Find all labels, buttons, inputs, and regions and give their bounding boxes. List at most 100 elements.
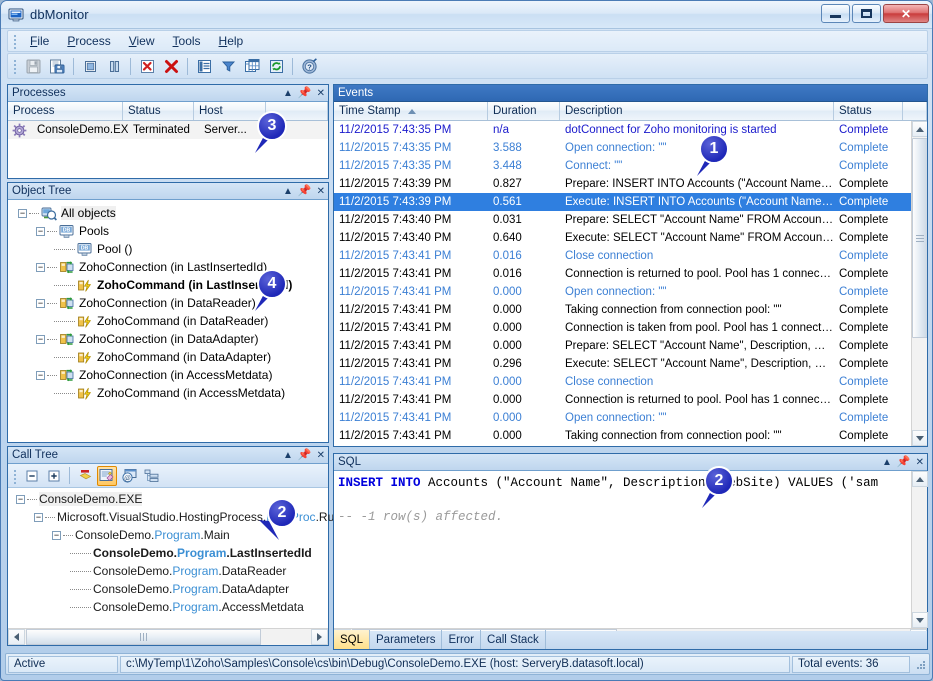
menu-process[interactable]: Process xyxy=(58,32,119,50)
menu-grip[interactable] xyxy=(11,33,19,49)
call-tree-node[interactable]: −ConsoleDemo.Program.Main xyxy=(12,526,328,544)
clear-icon[interactable] xyxy=(75,466,95,486)
sql-text[interactable]: INSERT INTO Accounts ("Account Name", De… xyxy=(334,471,927,526)
refresh-icon[interactable] xyxy=(265,55,287,77)
sql-pin-icon[interactable]: 📌 xyxy=(897,457,911,468)
events-scroll-down-icon[interactable] xyxy=(912,430,927,446)
table-row[interactable]: 11/2/2015 7:43:40 PM0.640Execute: SELECT… xyxy=(334,229,927,247)
processes-col-host[interactable]: Host xyxy=(194,102,266,120)
toolbar-grip[interactable] xyxy=(11,58,19,74)
table-row[interactable]: 11/2/2015 7:43:41 PM0.016Connection is r… xyxy=(334,265,927,283)
object-tree-node[interactable]: ZohoCommand (in DataReader) xyxy=(12,312,328,330)
call-tree-node[interactable]: ConsoleDemo.Program.DataAdapter xyxy=(12,580,328,598)
call-tree-node[interactable]: ConsoleDemo.Program.AccessMetdata xyxy=(12,598,328,616)
sql-close-icon[interactable]: ✕ xyxy=(916,458,924,468)
call-tree-collapse-icon[interactable]: ▲ xyxy=(283,451,293,461)
processes-col-extra[interactable] xyxy=(266,102,328,120)
stop-icon[interactable] xyxy=(79,55,101,77)
table-row[interactable]: 11/2/2015 7:43:41 PM0.000Connection is r… xyxy=(334,391,927,409)
tree-collapse-toggle-icon[interactable]: − xyxy=(36,299,45,308)
table-row[interactable]: 11/2/2015 7:43:41 PM0.000Taking connecti… xyxy=(334,427,927,445)
object-tree-node[interactable]: −ZohoConnection (in DataReader) xyxy=(12,294,328,312)
object-tree-node[interactable]: −DBPools xyxy=(12,222,328,240)
object-tree-node[interactable]: ZohoCommand (in DataAdapter) xyxy=(12,348,328,366)
table-row[interactable]: 11/2/2015 7:43:41 PM0.000Connection is t… xyxy=(334,319,927,337)
call-tree-node[interactable]: −ConsoleDemo.EXE xyxy=(12,490,328,508)
expand-all-icon[interactable] xyxy=(44,466,64,486)
tree-collapse-toggle-icon[interactable]: − xyxy=(18,209,27,218)
sql-collapse-icon[interactable]: ▲ xyxy=(882,458,892,468)
call-tree-toolbar-grip[interactable] xyxy=(11,468,19,484)
table-row[interactable]: 11/2/2015 7:43:40 PM0.031Prepare: SELECT… xyxy=(334,211,927,229)
table-row[interactable]: 11/2/2015 7:43:41 PM0.000Open connection… xyxy=(334,283,927,301)
events-col-time-stamp[interactable]: Time Stamp xyxy=(334,102,488,120)
sql-scroll-up-icon[interactable] xyxy=(912,471,928,487)
object-tree-pin-icon[interactable]: 📌 xyxy=(298,186,312,197)
table-row[interactable]: 11/2/2015 7:43:35 PMn/adotConnect for Zo… xyxy=(334,121,927,139)
object-tree-node[interactable]: −ZohoConnection (in DataAdapter) xyxy=(12,330,328,348)
filter-icon[interactable] xyxy=(217,55,239,77)
tree-collapse-toggle-icon[interactable]: − xyxy=(52,531,61,540)
table-row[interactable]: 11/2/2015 7:43:41 PM0.000Close connectio… xyxy=(334,373,927,391)
events-col-status[interactable]: Status xyxy=(834,102,903,120)
delete-icon[interactable] xyxy=(160,55,182,77)
table-row[interactable]: 11/2/2015 7:43:39 PM0.827Prepare: INSERT… xyxy=(334,175,927,193)
resize-grip-icon[interactable] xyxy=(913,657,927,671)
menu-file[interactable]: File xyxy=(21,32,58,50)
tree-collapse-toggle-icon[interactable]: − xyxy=(36,263,45,272)
call-tree-node[interactable]: ConsoleDemo.Program.DataReader xyxy=(12,562,328,580)
events-scroll-thumb[interactable] xyxy=(912,138,927,338)
save-icon[interactable] xyxy=(22,55,44,77)
table-row[interactable]: ConsoleDemo.EXE Terminated Server... xyxy=(8,121,328,139)
processes-col-status[interactable]: Status xyxy=(123,102,194,120)
maximize-button[interactable] xyxy=(852,4,881,23)
columns-icon[interactable] xyxy=(241,55,263,77)
table-row[interactable]: 11/2/2015 7:43:41 PM0.016Close connectio… xyxy=(334,247,927,265)
sql-editor[interactable]: INSERT INTO Accounts ("Account Name", De… xyxy=(334,471,927,645)
tab-call-stack[interactable]: Call Stack xyxy=(481,630,546,649)
object-tree-node[interactable]: DBPool () xyxy=(12,240,328,258)
processes-pin-icon[interactable]: 📌 xyxy=(298,88,312,99)
properties-icon[interactable] xyxy=(193,55,215,77)
minimize-button[interactable] xyxy=(821,4,850,23)
call-tree-scroll-right-icon[interactable] xyxy=(311,629,328,645)
table-row[interactable]: 11/2/2015 7:43:35 PM3.588Open connection… xyxy=(334,139,927,157)
tree-collapse-toggle-icon[interactable]: − xyxy=(36,335,45,344)
menu-view[interactable]: View xyxy=(120,32,164,50)
events-vscrollbar[interactable] xyxy=(911,121,927,446)
save-as-icon[interactable] xyxy=(46,55,68,77)
events-scroll-up-icon[interactable] xyxy=(912,121,927,137)
table-row[interactable]: 11/2/2015 7:43:41 PM0.000Prepare: SELECT… xyxy=(334,337,927,355)
tab-error[interactable]: Error xyxy=(442,630,481,649)
table-row[interactable]: 11/2/2015 7:43:41 PM0.000Taking connecti… xyxy=(334,301,927,319)
processes-collapse-icon[interactable]: ▲ xyxy=(283,89,293,99)
object-tree-node[interactable]: ZohoCommand (in LastInsertedId) xyxy=(12,276,328,294)
object-tree-node[interactable]: −All objects xyxy=(12,204,328,222)
show-source-icon[interactable] xyxy=(97,466,117,486)
call-tree-node[interactable]: −Microsoft.VisualStudio.HostingProcess.H… xyxy=(12,508,328,526)
object-tree-node[interactable]: −ZohoConnection (in AccessMetdata) xyxy=(12,366,328,384)
sql-scroll-down-icon[interactable] xyxy=(912,612,928,628)
table-row[interactable]: 11/2/2015 7:43:41 PM0.296Execute: SELECT… xyxy=(334,355,927,373)
clear-events-icon[interactable] xyxy=(136,55,158,77)
call-tree-pin-icon[interactable]: 📌 xyxy=(298,450,312,461)
table-row[interactable]: 11/2/2015 7:43:39 PM0.561Execute: INSERT… xyxy=(334,193,927,211)
tree-collapse-toggle-icon[interactable]: − xyxy=(36,227,45,236)
group-icon[interactable] xyxy=(141,466,161,486)
help-icon[interactable]: ? xyxy=(298,55,320,77)
at-icon[interactable]: @ xyxy=(119,466,139,486)
tree-collapse-toggle-icon[interactable]: − xyxy=(16,495,25,504)
table-row[interactable]: 11/2/2015 7:43:41 PM0.000Open connection… xyxy=(334,409,927,427)
call-tree-node[interactable]: ConsoleDemo.Program.LastInsertedId xyxy=(12,544,328,562)
object-tree-node[interactable]: −ZohoConnection (in LastInsertedId) xyxy=(12,258,328,276)
processes-close-icon[interactable]: ✕ xyxy=(317,89,325,99)
menu-help[interactable]: Help xyxy=(210,32,253,50)
call-tree-scroll-thumb[interactable] xyxy=(26,629,261,645)
pause-icon[interactable] xyxy=(103,55,125,77)
events-col-duration[interactable]: Duration xyxy=(488,102,560,120)
call-tree-scroll-left-icon[interactable] xyxy=(8,629,25,645)
processes-col-process[interactable]: Process xyxy=(8,102,123,120)
sql-vscrollbar[interactable] xyxy=(911,471,927,628)
events-col-description[interactable]: Description xyxy=(560,102,834,120)
tab-parameters[interactable]: Parameters xyxy=(370,630,442,649)
